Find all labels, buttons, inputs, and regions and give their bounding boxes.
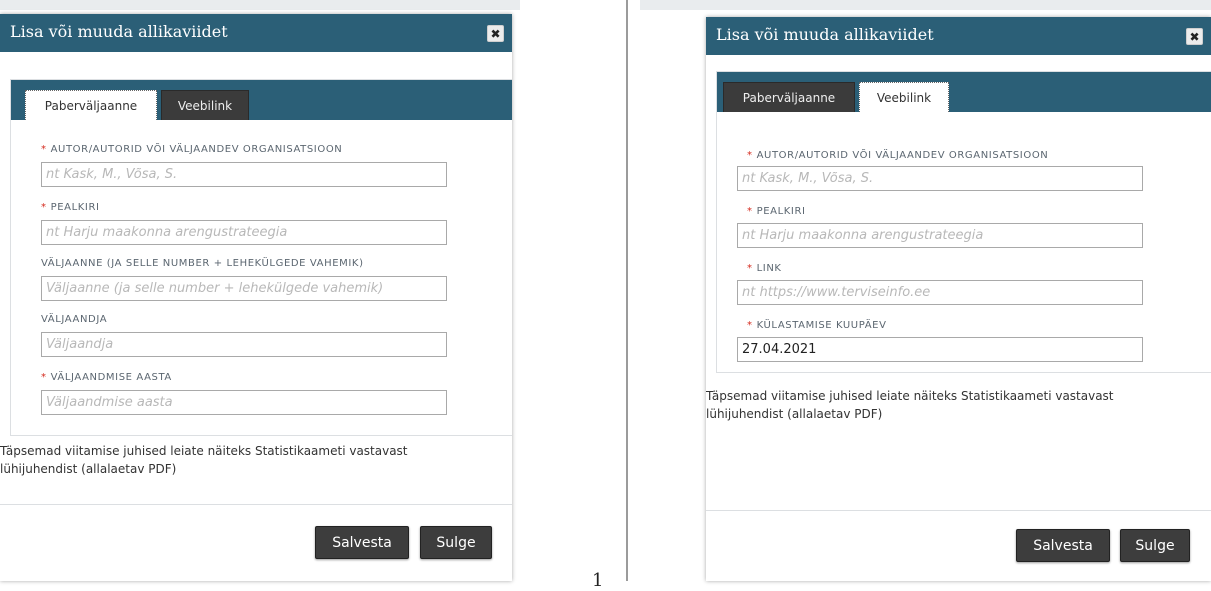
required-marker: * xyxy=(747,263,753,274)
author-field-label: * AUTOR/AUTORID VÕI VÄLJAANDEV ORGANISATS… xyxy=(41,144,343,155)
dialog-title: Lisa või muuda allikaviidet xyxy=(10,22,228,41)
required-marker: * xyxy=(41,144,47,155)
background-page-band-left xyxy=(0,0,520,10)
title-input[interactable] xyxy=(737,223,1143,248)
source-form: Paberväljaanne Veebilink * AUTOR/AUTORID … xyxy=(716,71,1211,373)
save-button[interactable]: Salvesta xyxy=(1016,529,1110,562)
author-input[interactable] xyxy=(41,162,447,187)
source-reference-dialog-paper: Lisa või muuda allikaviidet ✖ Pabervälja… xyxy=(0,14,512,581)
close-icon[interactable]: ✖ xyxy=(1186,28,1203,45)
year-field-label: * VÄLJAANDMISE AASTA xyxy=(41,372,172,383)
source-type-tabs: Paberväljaanne Veebilink xyxy=(717,72,1211,112)
publisher-input[interactable] xyxy=(41,332,447,357)
close-button[interactable]: Sulge xyxy=(420,526,492,559)
visit-date-field-label: * KÜLASTAMISE KUUPÄEV xyxy=(747,320,887,331)
title-input[interactable] xyxy=(41,220,447,245)
citation-guide-note: Täpsemad viitamise juhised leiate näitek… xyxy=(0,444,408,476)
link-field-label: * LINK xyxy=(747,263,782,274)
save-button[interactable]: Salvesta xyxy=(315,526,409,559)
year-input[interactable] xyxy=(41,390,447,415)
citation-guide-note: Täpsemad viitamise juhised leiate näitek… xyxy=(706,389,1114,421)
title-field-label: * PEALKIRI xyxy=(41,202,100,213)
dialog-titlebar: Lisa või muuda allikaviidet ✖ xyxy=(0,14,512,52)
dialog-titlebar: Lisa või muuda allikaviidet ✖ xyxy=(706,17,1211,55)
source-form: Paberväljaanne Veebilink * AUTOR/AUTORID … xyxy=(10,79,512,436)
close-button[interactable]: Sulge xyxy=(1120,529,1190,562)
author-input[interactable] xyxy=(737,166,1143,191)
tab-web-link[interactable]: Veebilink xyxy=(859,82,949,112)
dialog-footer: Salvesta Sulge xyxy=(0,504,512,581)
author-field-label: * AUTOR/AUTORID VÕI VÄLJAANDEV ORGANISATS… xyxy=(747,150,1049,161)
required-marker: * xyxy=(747,206,753,217)
publisher-field-label: VÄLJAANDJA xyxy=(41,314,108,325)
tab-web-link[interactable]: Veebilink xyxy=(161,90,249,120)
required-marker: * xyxy=(41,202,47,213)
dialog-footer: Salvesta Sulge xyxy=(706,510,1211,581)
background-page-band-right xyxy=(640,0,1211,10)
source-reference-dialog-web: Lisa või muuda allikaviidet ✖ Pabervälja… xyxy=(706,17,1211,581)
tab-paper-publication[interactable]: Paberväljaanne xyxy=(25,90,157,120)
tab-paper-publication[interactable]: Paberväljaanne xyxy=(723,82,855,112)
source-type-tabs: Paberväljaanne Veebilink xyxy=(11,80,512,120)
close-icon[interactable]: ✖ xyxy=(487,25,504,42)
link-input[interactable] xyxy=(737,280,1143,305)
title-field-label: * PEALKIRI xyxy=(747,206,806,217)
required-marker: * xyxy=(41,372,47,383)
required-marker: * xyxy=(747,150,753,161)
dialog-title: Lisa või muuda allikaviidet xyxy=(716,25,934,44)
publication-field-label: VÄLJAANNE (JA SELLE NUMBER + LEHEKÜLGEDE… xyxy=(41,258,364,269)
required-marker: * xyxy=(747,320,753,331)
publication-input[interactable] xyxy=(41,276,447,301)
visit-date-input[interactable] xyxy=(737,337,1143,362)
page-divider xyxy=(626,0,628,581)
